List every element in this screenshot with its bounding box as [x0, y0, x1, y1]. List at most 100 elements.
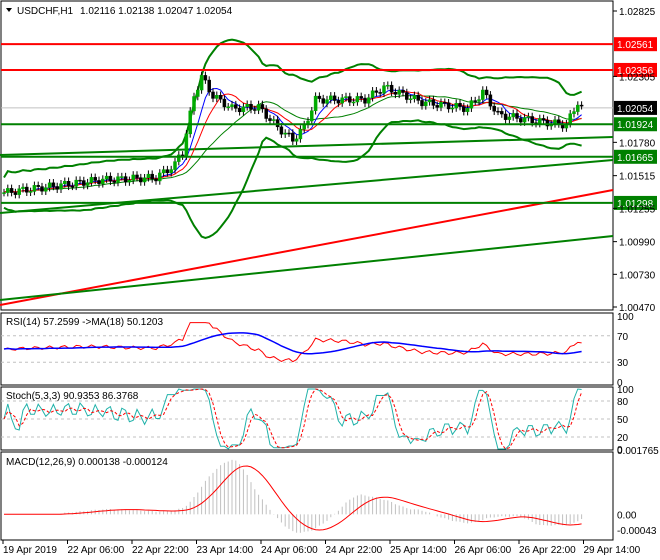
candle — [241, 106, 246, 113]
candle — [325, 99, 329, 104]
chart-canvas[interactable]: 1007030010080502000.0017650.00-0.00043 1… — [0, 0, 660, 560]
candle — [367, 97, 371, 104]
candle — [500, 111, 504, 115]
candle — [44, 187, 48, 192]
candle — [359, 96, 363, 99]
macd-tick-label: 0.00 — [617, 510, 637, 521]
price-tick-label: 1.01255 — [619, 204, 656, 215]
candle — [332, 95, 337, 101]
candle — [363, 97, 367, 104]
candle — [484, 89, 489, 96]
price-tick-label: 1.02305 — [619, 72, 656, 83]
candle — [173, 161, 177, 170]
candle — [329, 95, 333, 100]
stoch-tick-label: 50 — [617, 415, 629, 426]
candle — [120, 176, 124, 178]
candle — [351, 101, 356, 104]
candle — [313, 95, 318, 111]
level-price-label: 1.01924 — [617, 120, 654, 131]
candle — [393, 91, 398, 95]
candle — [405, 92, 409, 100]
candle — [89, 177, 94, 183]
rsi-line — [3, 322, 582, 363]
candle — [458, 103, 462, 107]
candle — [70, 186, 75, 188]
candle — [576, 104, 580, 112]
candle — [9, 188, 14, 193]
candle — [28, 191, 33, 193]
candle — [199, 75, 204, 91]
time-tick-label: 19 Apr 2019 — [3, 545, 57, 556]
candle — [321, 98, 325, 104]
candle — [139, 177, 143, 183]
candle — [226, 106, 230, 109]
candle — [378, 92, 382, 94]
current-price-label: 1.02054 — [617, 104, 654, 115]
candle — [370, 90, 375, 98]
candle — [158, 172, 162, 182]
candle — [427, 99, 432, 103]
time-tick-label: 22 Apr 06:00 — [68, 545, 125, 556]
candle — [481, 89, 485, 100]
candle — [344, 96, 348, 99]
time-tick-label: 29 Apr 14:00 — [584, 545, 641, 556]
candle — [196, 89, 200, 97]
candle — [74, 179, 78, 187]
candle — [579, 104, 584, 107]
candle — [150, 173, 154, 180]
time-tick-label: 24 Apr 06:00 — [261, 545, 318, 556]
candle — [473, 100, 477, 102]
candle — [450, 107, 455, 110]
candle — [435, 105, 439, 108]
candle — [66, 181, 71, 187]
price-tick-label: 1.00730 — [619, 270, 656, 281]
macd-tick-label: 0.001765 — [617, 446, 659, 457]
candle — [78, 179, 82, 182]
candle — [416, 95, 420, 101]
candle — [291, 132, 295, 142]
price-tick-label: 1.01780 — [619, 138, 656, 149]
price-tick-label: 1.02825 — [619, 7, 656, 18]
candle — [355, 96, 360, 103]
rsi-label: RSI(14) 57.2599 ->MA(18) 50.1203 — [6, 317, 163, 328]
price-tick-label: 1.01515 — [619, 172, 656, 183]
time-tick-label: 26 Apr 22:00 — [519, 545, 576, 556]
candle — [13, 192, 18, 195]
candle — [477, 99, 481, 102]
candle — [97, 180, 101, 185]
candle — [215, 95, 219, 99]
candle — [17, 188, 21, 195]
candle — [279, 126, 284, 135]
candle — [104, 175, 109, 180]
candle — [488, 94, 493, 107]
candle — [85, 182, 90, 186]
candle — [382, 85, 386, 94]
candle — [135, 174, 139, 178]
stoch-tick-label: 80 — [617, 397, 629, 408]
trading-chart-window: 100 70 30 0 100 80 50 20 0 0.001765 0.00 -0.00043 1… — [0, 0, 660, 560]
candle — [51, 182, 56, 187]
candle — [127, 180, 132, 183]
ohlc-values: 1.02116 1.02138 1.02047 1.02054 — [80, 6, 233, 17]
candle — [2, 192, 6, 194]
main-panel-frame — [0, 0, 614, 311]
candle — [408, 98, 413, 101]
candle — [47, 182, 52, 188]
candle — [116, 176, 120, 183]
candle — [538, 118, 542, 124]
candle — [264, 108, 268, 119]
candle — [507, 116, 512, 120]
candle — [188, 110, 192, 135]
candle — [25, 186, 29, 193]
macd-label: MACD(12,26,9) 0.000138 -0.000124 — [6, 457, 168, 468]
candle — [131, 174, 135, 181]
time-tick-label: 22 Apr 22:00 — [132, 545, 189, 556]
collapse-triangle-icon[interactable] — [6, 8, 12, 12]
candle — [207, 79, 211, 93]
candle — [283, 132, 287, 135]
candle — [511, 113, 515, 118]
candle — [112, 181, 116, 183]
candle — [222, 98, 227, 108]
symbol-label: USDCHF,H1 — [17, 6, 74, 17]
candle — [412, 95, 417, 100]
